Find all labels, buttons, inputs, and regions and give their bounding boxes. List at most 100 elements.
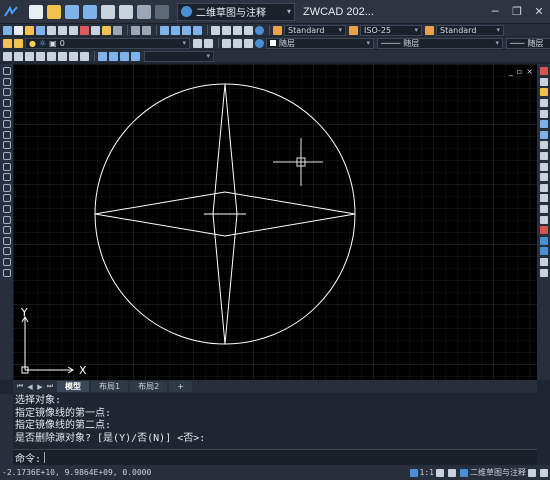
menu-icon[interactable] bbox=[3, 25, 12, 35]
cut-icon[interactable] bbox=[80, 25, 89, 35]
make-block-icon[interactable] bbox=[2, 205, 11, 214]
view-bottom-icon[interactable] bbox=[58, 51, 67, 61]
stretch-icon[interactable] bbox=[539, 152, 548, 161]
ucs-previous-icon[interactable] bbox=[120, 51, 129, 61]
save-icon[interactable] bbox=[65, 4, 79, 19]
save-as-icon[interactable] bbox=[83, 4, 97, 19]
line-icon[interactable] bbox=[2, 67, 11, 76]
redo-icon[interactable] bbox=[142, 25, 151, 35]
circle-icon[interactable] bbox=[2, 141, 11, 150]
print-icon[interactable] bbox=[101, 4, 115, 19]
trim-icon[interactable] bbox=[539, 162, 548, 171]
fillet-icon[interactable] bbox=[539, 215, 548, 224]
match-properties-icon[interactable] bbox=[113, 25, 122, 35]
splinedit-icon[interactable] bbox=[539, 268, 548, 277]
point-icon[interactable] bbox=[2, 215, 11, 224]
draworder-icon[interactable] bbox=[539, 236, 548, 245]
open-folder-icon[interactable] bbox=[47, 4, 61, 19]
revcloud-icon[interactable] bbox=[2, 152, 11, 161]
last-tab-icon[interactable]: ⏭ bbox=[45, 382, 55, 391]
workspace-selector[interactable]: 二维草图与注释 ▾ bbox=[177, 2, 295, 21]
copy-icon[interactable] bbox=[91, 25, 100, 35]
command-bar-handle[interactable] bbox=[0, 394, 13, 465]
next-tab-icon[interactable]: ▶ bbox=[35, 383, 45, 391]
status-workspace[interactable]: 二维草图与注释 bbox=[470, 467, 526, 478]
insert-block-icon[interactable] bbox=[2, 194, 11, 203]
layer-state-icon[interactable] bbox=[14, 38, 23, 48]
preview-icon[interactable] bbox=[58, 25, 67, 35]
rectangle-icon[interactable] bbox=[2, 109, 11, 118]
lock-ui-icon[interactable] bbox=[528, 468, 536, 477]
arc2-icon[interactable] bbox=[2, 130, 11, 139]
undo-icon[interactable] bbox=[137, 4, 151, 19]
restore-viewport-icon[interactable]: ▫ bbox=[517, 67, 522, 76]
display-icon[interactable] bbox=[244, 38, 253, 48]
spline-icon[interactable] bbox=[2, 162, 11, 171]
tab-layout1[interactable]: 布局1 bbox=[91, 381, 129, 392]
close-icon[interactable]: ✕ bbox=[528, 5, 550, 18]
close-viewport-icon[interactable]: × bbox=[526, 67, 533, 76]
annotation-scale-icon[interactable] bbox=[409, 468, 418, 477]
break-icon[interactable] bbox=[539, 183, 548, 192]
view-top-icon[interactable] bbox=[14, 51, 23, 61]
table-icon[interactable] bbox=[2, 257, 11, 266]
view-icon[interactable] bbox=[3, 51, 12, 61]
layer-previous-icon[interactable] bbox=[204, 38, 213, 48]
lineweight-icon[interactable] bbox=[233, 38, 242, 48]
ellipse-arc-icon[interactable] bbox=[2, 183, 11, 192]
ellipse-icon[interactable] bbox=[2, 173, 11, 182]
array-icon[interactable] bbox=[539, 109, 548, 118]
help-icon[interactable] bbox=[255, 25, 264, 35]
rotate-icon[interactable] bbox=[539, 130, 548, 139]
tab-model[interactable]: 模型 bbox=[57, 381, 89, 392]
mtext-icon[interactable] bbox=[2, 268, 11, 277]
view-left-icon[interactable] bbox=[36, 51, 45, 61]
move-icon[interactable] bbox=[539, 120, 548, 129]
view-front-icon[interactable] bbox=[25, 51, 34, 61]
calculator-icon[interactable] bbox=[244, 25, 253, 35]
layer-manager-icon[interactable] bbox=[3, 38, 12, 48]
minimize-icon[interactable]: ─ bbox=[484, 5, 506, 18]
region-icon[interactable] bbox=[2, 247, 11, 256]
publish-icon[interactable] bbox=[69, 25, 78, 35]
erase-icon[interactable] bbox=[539, 67, 548, 76]
polyline-icon[interactable] bbox=[2, 120, 11, 129]
paste-icon[interactable] bbox=[102, 25, 111, 35]
fullscreen-icon[interactable] bbox=[540, 468, 548, 477]
copy-object-icon[interactable] bbox=[539, 77, 548, 86]
annotation-visibility-icon[interactable] bbox=[436, 468, 444, 477]
workspace-gear-icon[interactable] bbox=[460, 468, 468, 477]
explode-icon[interactable] bbox=[539, 226, 548, 235]
annotation-scale[interactable]: 1:1 bbox=[420, 468, 434, 477]
open-icon[interactable] bbox=[25, 25, 34, 35]
color-wheel-icon[interactable] bbox=[255, 38, 264, 48]
restore-icon[interactable]: ❐ bbox=[506, 5, 528, 18]
layer-select[interactable]: ● ☼ ▣ 0 ▾ bbox=[25, 37, 190, 49]
zwcad-logo-icon[interactable] bbox=[3, 4, 19, 20]
new-icon[interactable] bbox=[14, 25, 23, 35]
chamfer-icon[interactable] bbox=[539, 205, 548, 214]
ucs-world-icon[interactable] bbox=[109, 51, 118, 61]
undo-icon[interactable] bbox=[131, 25, 140, 35]
properties-icon[interactable] bbox=[211, 25, 220, 35]
view-iso-icon[interactable] bbox=[80, 51, 89, 61]
ucs-icon[interactable] bbox=[98, 51, 107, 61]
hatch-icon[interactable] bbox=[2, 226, 11, 235]
polygon-icon[interactable] bbox=[2, 99, 11, 108]
auto-scale-icon[interactable] bbox=[448, 468, 456, 477]
gradient-icon[interactable] bbox=[2, 236, 11, 245]
drawing-canvas[interactable]: Y X _ ▫ × bbox=[13, 64, 537, 380]
view-back-icon[interactable] bbox=[69, 51, 78, 61]
zoom-realtime-icon[interactable] bbox=[171, 25, 180, 35]
tool-palette-icon[interactable] bbox=[233, 25, 242, 35]
zoom-window-icon[interactable] bbox=[182, 25, 191, 35]
text-style-select[interactable]: Standard ▾ bbox=[284, 24, 346, 36]
tab-layout2[interactable]: 布局2 bbox=[130, 381, 168, 392]
dim-style-select[interactable]: ISO-25 ▾ bbox=[360, 24, 422, 36]
new-file-icon[interactable] bbox=[29, 4, 43, 19]
table-style-select[interactable]: Standard ▾ bbox=[436, 24, 504, 36]
extend-icon[interactable] bbox=[539, 173, 548, 182]
linetype-icon[interactable] bbox=[222, 38, 231, 48]
view-right-icon[interactable] bbox=[47, 51, 56, 61]
mirror-icon[interactable] bbox=[539, 88, 548, 97]
